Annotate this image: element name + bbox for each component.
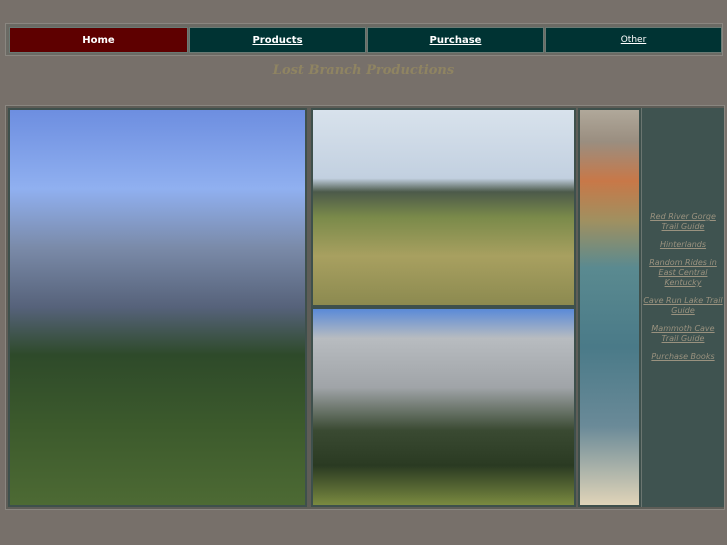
link-cave-run-lake[interactable]: Cave Run Lake Trail Guide [642, 296, 724, 316]
link-red-river-gorge[interactable]: Red River Gorge Trail Guide [642, 212, 724, 232]
meadow-photo [311, 108, 576, 307]
nav-home[interactable]: Home [9, 27, 188, 53]
cliff-photo [311, 307, 576, 507]
link-hinterlands[interactable]: Hinterlands [660, 240, 706, 250]
nav-bar: Home Products Purchase Other [5, 23, 723, 56]
nav-products-link[interactable]: Products [252, 35, 302, 46]
nav-products[interactable]: Products [189, 27, 366, 53]
nav-other[interactable]: Other [545, 27, 722, 53]
nav-purchase-link[interactable]: Purchase [430, 35, 482, 46]
nav-home-label: Home [82, 34, 115, 46]
sidebar-links: Red River Gorge Trail Guide Hinterlands … [641, 108, 724, 507]
nav-other-link[interactable]: Other [621, 35, 647, 45]
site-title: Lost Branch Productions [272, 63, 455, 78]
nav-purchase[interactable]: Purchase [367, 27, 544, 53]
mountain-photo [8, 108, 307, 507]
link-purchase-books[interactable]: Purchase Books [651, 352, 714, 362]
link-mammoth-cave[interactable]: Mammoth Cave Trail Guide [642, 324, 724, 344]
coast-photo [578, 108, 641, 507]
link-random-rides[interactable]: Random Rides in East Central Kentucky [642, 258, 724, 288]
